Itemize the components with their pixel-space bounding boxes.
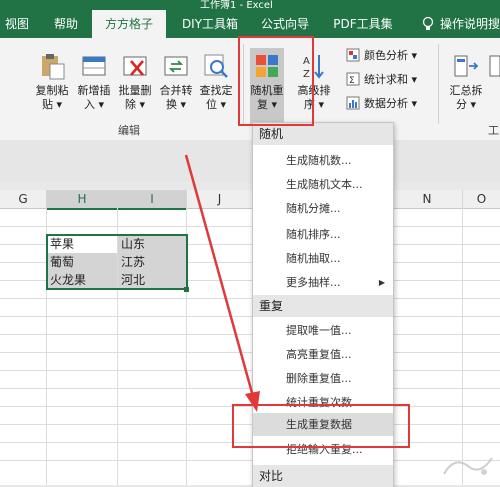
watermark-logo	[440, 450, 496, 483]
annotation-arrow-icon	[184, 154, 260, 412]
